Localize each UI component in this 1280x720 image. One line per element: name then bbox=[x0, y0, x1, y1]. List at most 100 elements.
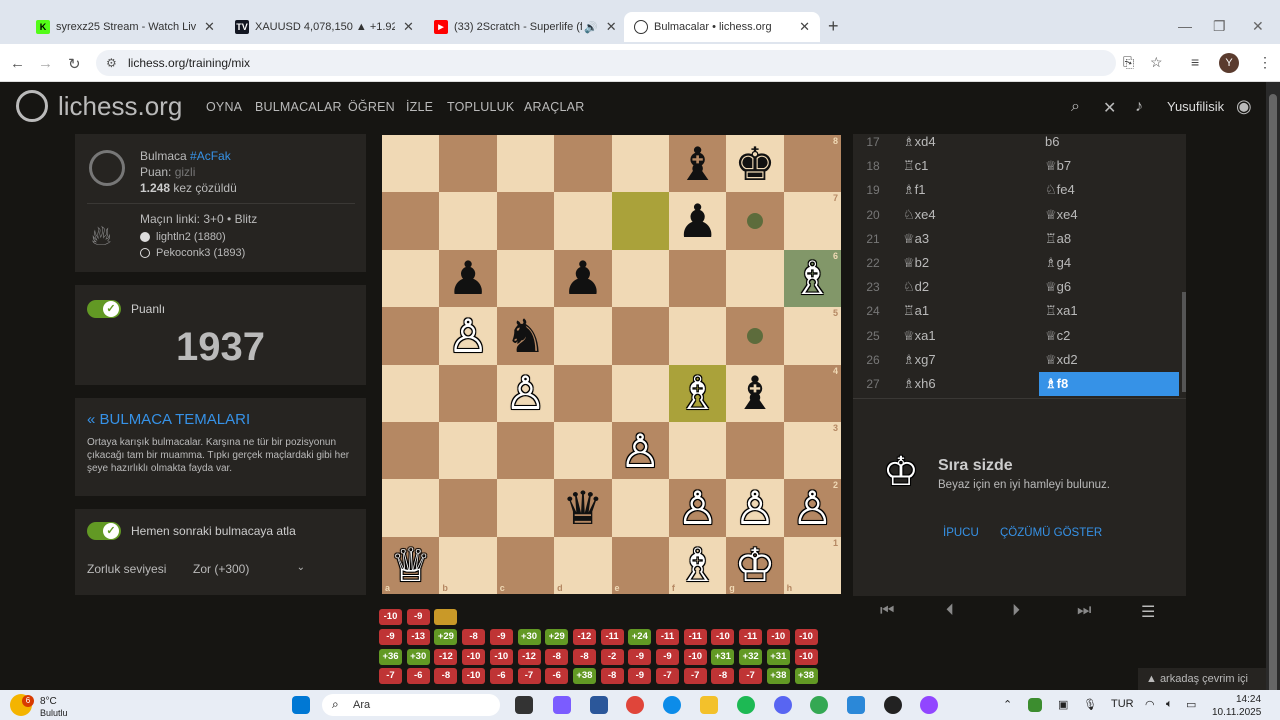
puzzle-score-badge[interactable]: -8 bbox=[572, 648, 596, 665]
puzzle-score-badge[interactable]: -8 bbox=[434, 668, 458, 685]
white-move[interactable]: ♕a3 bbox=[897, 231, 1037, 247]
board-square-e1[interactable]: e bbox=[611, 536, 669, 594]
menu-araclar[interactable]: ARAÇLAR bbox=[524, 100, 584, 114]
explorer-icon[interactable] bbox=[700, 696, 718, 714]
board-square-b5[interactable]: ♙ bbox=[439, 307, 497, 365]
board-square-e7[interactable] bbox=[611, 192, 669, 250]
puzzle-score-badge[interactable]: +38 bbox=[766, 668, 790, 685]
move-hint-dot[interactable] bbox=[746, 213, 763, 230]
clock-time[interactable]: 14:24 bbox=[1236, 694, 1261, 705]
black-move[interactable]: ♗g4 bbox=[1039, 251, 1179, 275]
white-move[interactable]: ♕b2 bbox=[897, 255, 1037, 271]
board-square-h7[interactable]: 7 bbox=[783, 192, 841, 250]
menu-topluluk[interactable]: TOPLULUK bbox=[447, 100, 514, 114]
tray-icon[interactable]: ▣ bbox=[1058, 698, 1068, 711]
chevron-up-icon[interactable]: ⌃ bbox=[1003, 698, 1012, 711]
puzzle-score-badge[interactable]: +38 bbox=[572, 668, 596, 685]
puzzle-score-badge[interactable]: -10 bbox=[462, 648, 486, 665]
user-icon[interactable]: ◉ bbox=[1236, 96, 1252, 117]
last-move-icon[interactable]: ⏭ bbox=[1077, 602, 1091, 620]
board-square-d3[interactable] bbox=[554, 421, 612, 480]
puzzle-score-badge[interactable]: -8 bbox=[600, 668, 624, 685]
board-square-f5[interactable] bbox=[668, 307, 727, 365]
puzzle-score-badge[interactable]: -10 bbox=[683, 648, 707, 665]
show-solution-button[interactable]: ÇÖZÜMÜ GÖSTER bbox=[1000, 527, 1102, 539]
puzzle-score-badge[interactable]: -13 bbox=[406, 628, 430, 645]
board-square-f3[interactable] bbox=[668, 421, 727, 480]
puzzle-score-badge[interactable]: -9 bbox=[489, 628, 513, 645]
forward-icon[interactable]: → bbox=[38, 55, 53, 72]
board-square-h3[interactable]: 3 bbox=[783, 421, 841, 480]
notepad-icon[interactable] bbox=[847, 696, 865, 714]
black-piece-icon[interactable]: ♛ bbox=[562, 485, 603, 531]
black-move[interactable]: ♖xa1 bbox=[1039, 299, 1179, 323]
browser-tab-active[interactable]: Bulmacalar • lichess.org ✕ bbox=[624, 12, 820, 42]
black-move[interactable]: ♕b7 bbox=[1039, 154, 1179, 178]
new-tab-icon[interactable]: + bbox=[828, 16, 839, 37]
puzzle-score-badge[interactable]: +36 bbox=[379, 648, 402, 665]
board-square-a4[interactable] bbox=[382, 364, 440, 422]
puzzle-score-badge[interactable]: -9 bbox=[656, 648, 679, 665]
board-square-b3[interactable] bbox=[439, 421, 497, 480]
move-list[interactable]: 17 ♗xd4 b6 18 ♖c1 ♕b7 19 ♗f1 ♘fe4 20 ♘xe4 ♕xe4 21 ♕a3… bbox=[853, 134, 1186, 398]
board-square-e3[interactable]: ♙ bbox=[611, 421, 669, 480]
black-move[interactable]: ♘fe4 bbox=[1039, 178, 1179, 202]
puzzle-score-badge[interactable]: -8 bbox=[545, 648, 569, 665]
tray-app-icon[interactable] bbox=[1028, 698, 1042, 712]
puzzle-score-badge[interactable]: -11 bbox=[739, 628, 763, 645]
chess-board[interactable]: ♝ ♚ 8 ♟ 7 ♟ ♟ ♗ 6 ♙ ♞ 5 ♙ ♗ ♝ 4 ♙ 3 ♛ ♙ ♙ ♙ 2 ♕ a b c d e ♗ f ♔ g 1 h bbox=[382, 135, 841, 594]
game-link[interactable]: Maçın linki: 3+0 • Blitz bbox=[140, 212, 257, 226]
board-square-a5[interactable] bbox=[382, 307, 440, 365]
spotify-icon[interactable] bbox=[737, 696, 755, 714]
battery-icon[interactable]: ▭ bbox=[1186, 698, 1196, 711]
puzzle-score-badge[interactable]: -7 bbox=[656, 668, 679, 685]
move-list-scrollbar[interactable] bbox=[1182, 292, 1186, 392]
white-piece-icon[interactable]: ♙ bbox=[447, 313, 488, 359]
puzzle-score-badge[interactable]: -7 bbox=[683, 668, 707, 685]
black-move[interactable]: ♗f8 bbox=[1039, 372, 1179, 396]
board-square-h4[interactable]: 4 bbox=[783, 364, 841, 422]
puzzle-score-badge[interactable]: -12 bbox=[434, 648, 458, 665]
star-icon[interactable]: ☆ bbox=[1150, 54, 1163, 71]
puzzle-score-badge[interactable]: +30 bbox=[406, 648, 430, 665]
white-move[interactable]: ♘xe4 bbox=[897, 207, 1037, 223]
mic-icon[interactable]: 🎙︎ bbox=[1083, 698, 1097, 711]
board-square-h6[interactable]: ♗ 6 bbox=[783, 249, 841, 308]
puzzle-score-badge[interactable]: +29 bbox=[545, 628, 569, 645]
board-square-d6[interactable]: ♟ bbox=[554, 249, 612, 308]
black-move[interactable]: ♕c2 bbox=[1039, 324, 1179, 348]
discord-icon[interactable] bbox=[774, 696, 792, 714]
black-piece-icon[interactable]: ♞ bbox=[505, 313, 546, 359]
menu-bulmacalar[interactable]: BULMACALAR bbox=[255, 100, 342, 114]
white-move[interactable]: ♕xa1 bbox=[897, 328, 1037, 344]
puzzle-score-badge[interactable]: +24 bbox=[628, 628, 652, 645]
black-piece-icon[interactable]: ♚ bbox=[734, 141, 775, 187]
windows-start-icon[interactable] bbox=[292, 696, 310, 714]
puzzle-score-badge[interactable]: -2 bbox=[600, 648, 624, 665]
board-square-d7[interactable] bbox=[554, 192, 612, 250]
board-square-b6[interactable]: ♟ bbox=[439, 249, 497, 308]
board-square-h1[interactable]: 1h bbox=[783, 536, 841, 594]
puzzle-score-badge[interactable]: +38 bbox=[794, 668, 818, 685]
puzzle-score-badge[interactable] bbox=[434, 609, 458, 625]
board-square-e5[interactable] bbox=[611, 307, 669, 365]
puzzle-score-badge[interactable]: -10 bbox=[794, 648, 818, 665]
board-square-h5[interactable]: 5 bbox=[783, 307, 841, 365]
difficulty-select[interactable]: Zor (+300) ⌄ bbox=[193, 562, 305, 576]
close-icon[interactable]: ✕ bbox=[204, 19, 215, 35]
speaker-icon[interactable]: 🔊 bbox=[584, 21, 598, 34]
next-move-icon[interactable]: ⏵ bbox=[1012, 602, 1020, 620]
board-square-h8[interactable]: 8 bbox=[783, 135, 841, 193]
app-icon[interactable] bbox=[920, 696, 938, 714]
board-square-g4[interactable]: ♝ bbox=[726, 364, 784, 422]
prev-move-icon[interactable]: ⏴ bbox=[946, 602, 954, 620]
player-black[interactable]: Pekoconk3 (1893) bbox=[156, 247, 245, 259]
maximize-icon[interactable]: ❐ bbox=[1213, 18, 1226, 35]
obs-icon[interactable] bbox=[884, 696, 902, 714]
reload-icon[interactable]: ↻ bbox=[68, 55, 81, 73]
puzzle-score-badge[interactable]: +29 bbox=[434, 628, 458, 645]
username[interactable]: Yusufilisik bbox=[1167, 99, 1224, 114]
board-square-g8[interactable]: ♚ bbox=[726, 135, 784, 193]
black-piece-icon[interactable]: ♝ bbox=[734, 370, 775, 416]
puzzle-score-badge[interactable]: -7 bbox=[379, 668, 402, 685]
